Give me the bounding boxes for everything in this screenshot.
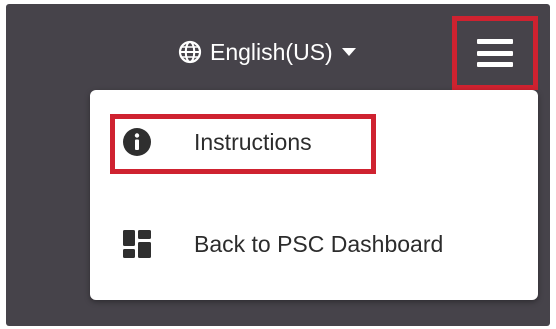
hamburger-menu-icon xyxy=(477,39,513,67)
dropdown-menu: Instructions Back to PSC Dashboard xyxy=(90,90,538,300)
dashboard-grid-icon xyxy=(122,229,152,259)
menu-item-label: Instructions xyxy=(194,128,312,155)
app-header-area: English(US) Instructions Back to PSC Das… xyxy=(6,4,550,326)
globe-icon xyxy=(178,40,202,64)
info-icon xyxy=(122,127,152,157)
language-label: English(US) xyxy=(210,38,333,65)
language-selector[interactable]: English(US) xyxy=(178,34,357,70)
menu-item-back-to-dashboard[interactable]: Back to PSC Dashboard xyxy=(90,216,538,272)
menu-item-label: Back to PSC Dashboard xyxy=(194,230,444,257)
caret-down-icon xyxy=(341,46,357,58)
menu-item-instructions[interactable]: Instructions xyxy=(90,114,538,170)
hamburger-menu-button[interactable] xyxy=(452,16,538,90)
